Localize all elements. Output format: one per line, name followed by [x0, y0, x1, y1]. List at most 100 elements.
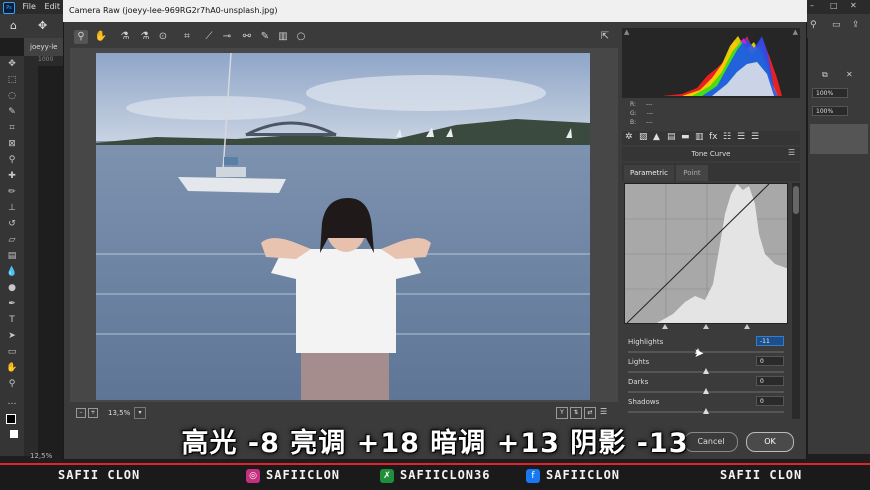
- lasso-icon[interactable]: ◌: [6, 90, 18, 102]
- stamp-icon[interactable]: ⊥: [6, 202, 18, 214]
- home-icon[interactable]: ⌂: [10, 19, 17, 32]
- hand-icon[interactable]: ✋: [6, 362, 18, 374]
- healing-icon[interactable]: ✚: [6, 170, 18, 182]
- split-midtones-handle[interactable]: [703, 324, 709, 329]
- shadows-value-field[interactable]: 0: [756, 396, 784, 406]
- document-tab[interactable]: joeyy-le: [24, 38, 64, 56]
- more-tools-icon[interactable]: …: [6, 396, 18, 408]
- subtitle-caption: 高光 -8 亮调 +18 暗调 +13 阴影 -13: [181, 428, 689, 459]
- share-icon[interactable]: ⇪: [852, 20, 860, 30]
- presets-panel-icon[interactable]: ☰: [737, 132, 745, 142]
- snapshots-panel-icon[interactable]: ☰: [751, 132, 759, 142]
- lights-value-field[interactable]: 0: [756, 356, 784, 366]
- tone-curve-graph[interactable]: [624, 183, 788, 324]
- crop-tool-icon[interactable]: ⌗: [180, 30, 194, 44]
- fill-field[interactable]: 100%: [812, 106, 848, 116]
- crop-icon[interactable]: ⌗: [6, 122, 18, 134]
- close-panel-icon[interactable]: ✕: [846, 70, 853, 79]
- targeted-adjust-icon[interactable]: ⊙: [156, 30, 170, 44]
- close-icon[interactable]: ✕: [850, 1, 857, 10]
- eyedropper-icon[interactable]: ⚲: [6, 154, 18, 166]
- zoom-dropdown-icon[interactable]: ▾: [134, 407, 146, 419]
- minimize-icon[interactable]: –: [810, 1, 814, 10]
- red-eye-icon[interactable]: ⚯: [240, 30, 254, 44]
- preview-bottom-bar: – + 13,5% ▾ Y ⇅ ⇄ ☰: [70, 404, 618, 422]
- before-after-copy-icon[interactable]: ⇄: [584, 407, 596, 419]
- photo-image: [96, 53, 590, 400]
- opacity-field[interactable]: 100%: [812, 88, 848, 98]
- ruler-mark: 1000: [38, 56, 63, 66]
- shadow-clip-icon[interactable]: ▲: [624, 28, 629, 36]
- zoom-in-icon[interactable]: +: [88, 408, 98, 418]
- open-preferences-icon[interactable]: ⇱: [598, 30, 612, 44]
- hsl-panel-icon[interactable]: ▤: [667, 132, 676, 142]
- split-highlights-handle[interactable]: [744, 324, 750, 329]
- rgb-readout: R: --- G: --- B: ---: [630, 100, 710, 130]
- toggle-settings-icon[interactable]: ☰: [600, 407, 607, 416]
- highlight-clip-icon[interactable]: ▲: [793, 28, 798, 36]
- tab-parametric[interactable]: Parametric: [624, 165, 674, 181]
- slider-thumb[interactable]: [703, 408, 709, 414]
- white-balance-icon[interactable]: ⚗: [118, 30, 132, 44]
- type-icon[interactable]: T: [6, 314, 18, 326]
- slider-lights: Lights 0: [628, 356, 786, 378]
- zoom-level[interactable]: 13,5%: [108, 409, 130, 417]
- panel-scrollbar[interactable]: [792, 183, 800, 419]
- split-shadows-handle[interactable]: [662, 324, 668, 329]
- radial-filter-icon[interactable]: ○: [294, 30, 308, 44]
- calibration-panel-icon[interactable]: ☷: [723, 132, 731, 142]
- move-tool-icon[interactable]: ✥: [38, 19, 47, 32]
- zoom-tool-icon[interactable]: ⚲: [74, 30, 88, 44]
- before-after-swap-icon[interactable]: ⇅: [570, 407, 582, 419]
- gradient-icon[interactable]: ▤: [6, 250, 18, 262]
- darks-value-field[interactable]: 0: [756, 376, 784, 386]
- blur-icon[interactable]: 💧: [6, 266, 18, 278]
- slider-thumb[interactable]: [703, 368, 709, 374]
- dodge-icon[interactable]: ●: [6, 282, 18, 294]
- split-toning-panel-icon[interactable]: ▬: [681, 132, 690, 142]
- pen-icon[interactable]: ✒: [6, 298, 18, 310]
- move-icon[interactable]: ✥: [6, 58, 18, 70]
- spot-removal-icon[interactable]: ⊸: [220, 30, 234, 44]
- maximize-icon[interactable]: □: [830, 1, 838, 10]
- workspace-icon[interactable]: ▭: [832, 20, 841, 30]
- panel-menu-icon[interactable]: ☰: [788, 148, 795, 157]
- color-sampler-icon[interactable]: ⚗: [138, 30, 152, 44]
- basic-panel-icon[interactable]: ✲: [625, 132, 633, 142]
- frame-icon[interactable]: ⊠: [6, 138, 18, 150]
- facebook-icon: f: [526, 469, 540, 483]
- foreground-color-swatch[interactable]: [6, 414, 16, 424]
- camera-raw-titlebar: Camera Raw (joeyy-lee-969RG2r7hA0-unspla…: [63, 0, 807, 22]
- detail-panel-icon[interactable]: ▲: [653, 132, 660, 142]
- highlights-value-field[interactable]: -11: [756, 336, 784, 346]
- hand-tool-icon[interactable]: ✋: [94, 30, 108, 44]
- slider-track[interactable]: [628, 351, 784, 353]
- marquee-icon[interactable]: ⬚: [6, 74, 18, 86]
- photo-preview[interactable]: [96, 53, 590, 400]
- history-brush-icon[interactable]: ↺: [6, 218, 18, 230]
- zoom-icon[interactable]: ⚲: [6, 378, 18, 390]
- straighten-icon[interactable]: ⟋: [202, 30, 216, 44]
- tone-curve-panel-icon[interactable]: ▨: [639, 132, 648, 142]
- effects-panel-icon[interactable]: fx: [709, 132, 718, 142]
- zoom-out-icon[interactable]: –: [76, 408, 86, 418]
- before-after-y-icon[interactable]: Y: [556, 407, 568, 419]
- tab-point[interactable]: Point: [676, 165, 708, 181]
- quick-select-icon[interactable]: ✎: [6, 106, 18, 118]
- slider-highlights: Highlights -11: [628, 336, 786, 358]
- brush-icon[interactable]: ✏: [6, 186, 18, 198]
- menu-edit[interactable]: Edit: [44, 0, 60, 14]
- scrollbar-thumb[interactable]: [793, 186, 799, 214]
- shape-icon[interactable]: ▭: [6, 346, 18, 358]
- menu-file[interactable]: File: [23, 0, 36, 14]
- adjustment-brush-icon[interactable]: ✎: [258, 30, 272, 44]
- graduated-filter-icon[interactable]: ▥: [276, 30, 290, 44]
- layers-icon[interactable]: ⧉: [822, 70, 828, 80]
- lens-panel-icon[interactable]: ▥: [695, 132, 704, 142]
- path-select-icon[interactable]: ➤: [6, 330, 18, 342]
- slider-thumb[interactable]: [703, 388, 709, 394]
- search-icon[interactable]: ⚲: [810, 20, 817, 30]
- layer-thumbnail[interactable]: [810, 124, 868, 154]
- slider-label: Darks: [628, 378, 649, 386]
- eraser-icon[interactable]: ▱: [6, 234, 18, 246]
